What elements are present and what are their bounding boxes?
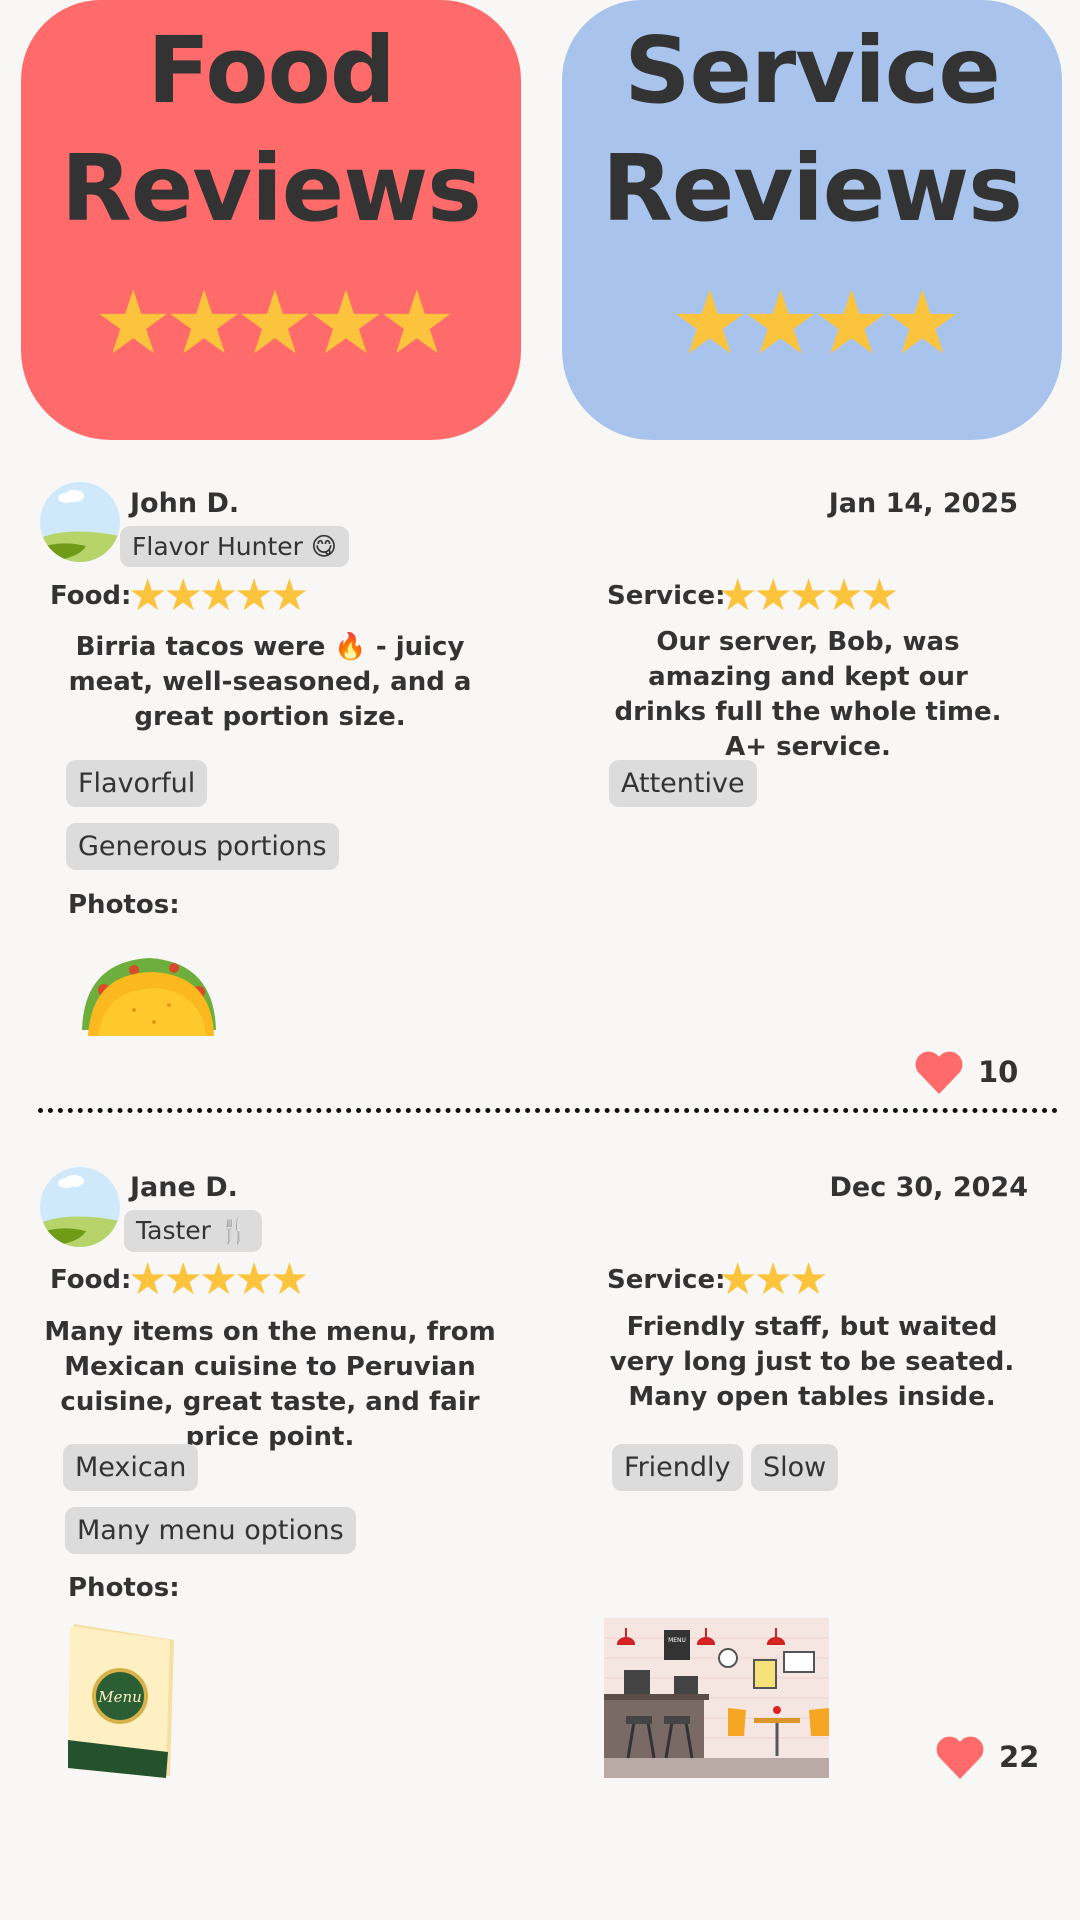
reviewer-badge: Flavor Hunter 😋 [120,526,349,567]
food-review-text: Many items on the menu, from Mexican cui… [44,1317,496,1452]
photos-label: Photos: [68,890,180,920]
food-tag[interactable]: Flavorful [66,760,208,807]
heart-icon[interactable] [935,1735,985,1783]
like-count: 22 [999,1740,1040,1774]
food-tag[interactable]: Mexican [63,1444,199,1491]
service-reviews-title-line1: Service [624,17,1000,124]
food-tag[interactable]: Generous portions [66,823,339,870]
service-rating-stars: ★★★★★ [718,570,899,621]
food-rating-label: Food: [50,1265,132,1295]
reviewer-badge: Taster 🍴 [124,1210,263,1252]
food-reviews-title-line2: Reviews [61,135,482,242]
service-rating-stars: ★★★ [718,1254,828,1305]
food-review-text: Birria tacos were 🔥 - juicy meat, well-s… [68,632,472,732]
food-rating-stars: ★★★★★ [128,1254,309,1305]
service-rating-label: Service: [607,581,726,611]
like-count: 10 [978,1055,1019,1089]
menu-illustration[interactable]: Menu [66,1618,178,1782]
food-reviews-title-line1: Food [147,17,395,124]
service-tag[interactable]: Attentive [609,760,757,807]
service-rating-label: Service: [607,1265,726,1295]
service-review-text: Friendly staff, but waited very long jus… [609,1312,1015,1412]
reviewer-name[interactable]: John D. [130,488,239,519]
food-tag[interactable]: Many menu options [65,1507,356,1554]
photos-label: Photos: [68,1573,180,1603]
menu-label: Menu [97,1688,142,1706]
avatar-landscape-icon[interactable] [40,1167,120,1247]
service-reviews-title-line2: Reviews [602,135,1023,242]
service-rating-stars: ★★★★ [670,271,962,374]
service-review-text: Our server, Bob, was amazing and kept ou… [614,627,1002,762]
review-date: Dec 30, 2024 [829,1172,1028,1203]
reviewer-name[interactable]: Jane D. [130,1172,238,1203]
taco-illustration[interactable] [74,950,224,1044]
food-rating-stars: ★★★★★ [128,570,309,621]
service-tag[interactable]: Friendly [612,1444,743,1491]
avatar-landscape-icon[interactable] [40,482,120,562]
service-tag[interactable]: Slow [751,1444,839,1491]
review-date: Jan 14, 2025 [828,488,1018,519]
food-reviews-card[interactable]: Food Reviews ★★★★★ [21,0,521,440]
food-rating-stars: ★★★★★ [93,271,456,374]
heart-icon[interactable] [914,1050,964,1098]
review-divider [38,1108,1058,1113]
cafe-menu-board: MENU [668,1637,686,1644]
service-reviews-card[interactable]: Service Reviews ★★★★ [562,0,1062,440]
food-rating-label: Food: [50,581,132,611]
cafe-illustration[interactable]: MENU [604,1618,829,1782]
